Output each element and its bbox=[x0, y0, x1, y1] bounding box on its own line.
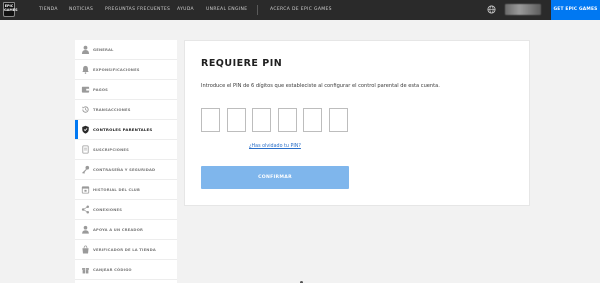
sidebar-item-label: CANJEAR CÓDIGO bbox=[93, 268, 132, 272]
sidebar-item-apoya-a-un-creador[interactable]: APOYA A UN CREADOR bbox=[75, 220, 177, 240]
account-sidebar: GENERAL EXPONSIFICACIONES PAGOS TRANSACC… bbox=[75, 40, 177, 283]
logo-text-games: GAMES bbox=[4, 8, 18, 12]
sidebar-item-label: TRANSACCIONES bbox=[93, 108, 131, 112]
sidebar-item-label: VERIFICADOR DE LA TIENDA bbox=[93, 248, 156, 252]
sidebar-item-contrasena-y-seguridad[interactable]: CONTRASEÑA Y SEGURIDAD bbox=[75, 160, 177, 180]
pin-digit-5[interactable] bbox=[303, 108, 322, 132]
nav-divider bbox=[257, 5, 258, 15]
sidebar-item-suscripciones[interactable]: SUSCRIPCIONES bbox=[75, 140, 177, 160]
nav-tienda[interactable]: TIENDA bbox=[39, 0, 58, 20]
epic-games-logo[interactable]: EPIC GAMES bbox=[3, 2, 18, 17]
sidebar-item-label: CONTRASEÑA Y SEGURIDAD bbox=[93, 168, 156, 172]
sidebar-item-label: HISTORIAL DEL CLUB bbox=[93, 188, 141, 192]
sidebar-item-controles-parentales[interactable]: CONTROLES PARENTALES bbox=[75, 120, 177, 140]
sidebar-item-general[interactable]: GENERAL bbox=[75, 40, 177, 60]
document-icon bbox=[82, 145, 89, 154]
nav-noticias[interactable]: NOTICIAS bbox=[69, 0, 93, 20]
sidebar-item-label: GENERAL bbox=[93, 48, 114, 52]
forgot-pin-link[interactable]: ¿Has olvidado tu PIN? bbox=[249, 144, 301, 149]
sidebar-item-historial-del-club[interactable]: HISTORIAL DEL CLUB bbox=[75, 180, 177, 200]
pin-digit-3[interactable] bbox=[252, 108, 271, 132]
sidebar-item-canjear-codigo[interactable]: CANJEAR CÓDIGO bbox=[75, 260, 177, 280]
sidebar-item-notifications[interactable]: EXPONSIFICACIONES bbox=[75, 60, 177, 80]
calendar-icon bbox=[81, 186, 90, 194]
pin-instructions: Introduce el PIN de 6 dígitos que establ… bbox=[201, 83, 440, 89]
sidebar-item-verificador-de-la-tienda[interactable]: VERIFICADOR DE LA TIENDA bbox=[75, 240, 177, 260]
pin-digit-4[interactable] bbox=[278, 108, 297, 132]
nav-preguntas-frecuentes[interactable]: PREGUNTAS FRECUENTES bbox=[105, 0, 170, 20]
nav-unreal-engine[interactable]: UNREAL ENGINE bbox=[206, 0, 247, 20]
nav-acerca-de-epic-games[interactable]: ACERCA DE EPIC GAMES bbox=[270, 0, 332, 20]
confirm-button[interactable]: CONFIRMAR bbox=[201, 166, 349, 189]
key-icon bbox=[82, 165, 90, 174]
wallet-icon bbox=[81, 86, 90, 93]
gift-icon bbox=[82, 268, 89, 274]
share-icon bbox=[81, 205, 90, 214]
sidebar-item-label: CONEXIONES bbox=[93, 208, 123, 212]
sidebar-item-label: CONTROLES PARENTALES bbox=[93, 127, 153, 132]
shield-icon bbox=[82, 125, 89, 134]
sidebar-item-label: PAGOS bbox=[93, 88, 109, 92]
sidebar-item-transacciones[interactable]: TRANSACCIONES bbox=[75, 100, 177, 120]
sidebar-item-pagos[interactable]: PAGOS bbox=[75, 80, 177, 100]
creator-icon bbox=[82, 225, 89, 234]
page-title: REQUIERE PIN bbox=[201, 58, 283, 69]
nav-ayuda[interactable]: AYUDA bbox=[177, 0, 194, 20]
person-icon bbox=[81, 45, 90, 54]
bag-icon bbox=[82, 245, 89, 254]
account-menu[interactable] bbox=[505, 4, 541, 15]
bell-icon bbox=[82, 65, 89, 74]
pin-digit-1[interactable] bbox=[201, 108, 220, 132]
sidebar-item-label: SUSCRIPCIONES bbox=[93, 148, 129, 152]
sidebar-item-conexiones[interactable]: CONEXIONES bbox=[75, 200, 177, 220]
pin-digit-6[interactable] bbox=[329, 108, 348, 132]
pin-required-card: REQUIERE PIN Introduce el PIN de 6 dígit… bbox=[184, 40, 530, 206]
pin-digit-2[interactable] bbox=[227, 108, 246, 132]
sidebar-item-label: EXPONSIFICACIONES bbox=[93, 68, 140, 72]
history-icon bbox=[82, 106, 89, 113]
top-navigation-bar: EPIC GAMES TIENDA NOTICIAS PREGUNTAS FRE… bbox=[0, 0, 600, 20]
sidebar-item-label: APOYA A UN CREADOR bbox=[93, 228, 144, 232]
globe-icon[interactable] bbox=[487, 5, 496, 14]
get-epic-games-button[interactable]: GET EPIC GAMES bbox=[551, 0, 600, 20]
active-indicator bbox=[75, 120, 78, 139]
